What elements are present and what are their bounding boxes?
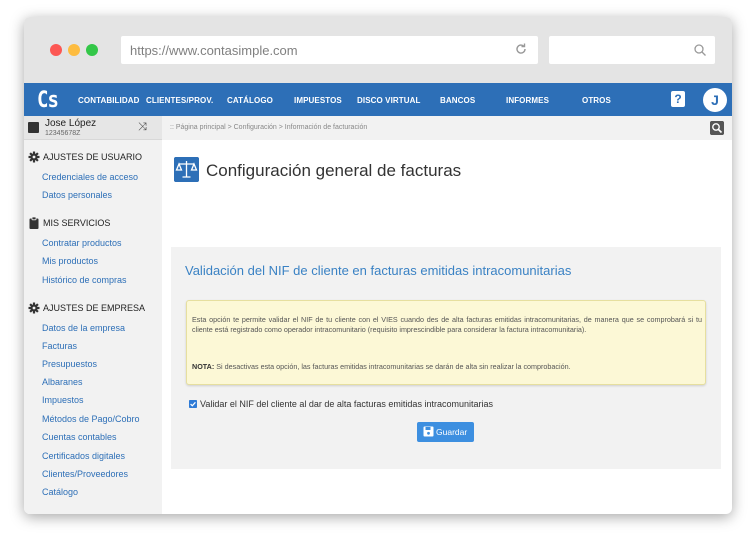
nav-informes[interactable]: INFORMES [506, 96, 549, 105]
user-box: Jose López 12345678Z ⤨ [24, 116, 162, 140]
gear-icon [28, 151, 40, 163]
url-text: https://www.contasimple.com [130, 43, 298, 58]
browser-window: https://www.contasimple.com Cs CONTABILI… [24, 17, 732, 514]
switch-company-icon[interactable]: ⤨ [138, 121, 147, 134]
sidebar-item-datos-empresa[interactable]: Datos de la empresa [42, 323, 125, 333]
sidebar-item-historico-compras[interactable]: Histórico de compras [42, 275, 127, 285]
validate-nif-checkbox[interactable] [189, 400, 197, 408]
notice-text: Esta opción te permite validar el NIF de… [192, 315, 702, 334]
sidebar-item-credenciales[interactable]: Credenciales de acceso [42, 172, 138, 182]
user-name: Jose López [45, 118, 97, 129]
search-icon[interactable] [710, 121, 724, 135]
floppy-disk-icon [423, 426, 434, 437]
reload-icon[interactable] [514, 42, 528, 56]
user-avatar[interactable]: J [703, 88, 727, 112]
sidebar-fade [24, 506, 162, 514]
search-icon [694, 44, 706, 56]
sidebar-item-contratar-productos[interactable]: Contratar productos [42, 238, 122, 248]
breadcrumb[interactable]: :: Página principal > Configuración > In… [170, 124, 367, 131]
nif-validation-panel: Validación del NIF de cliente en factura… [171, 247, 721, 469]
sidebar-item-facturas[interactable]: Facturas [42, 341, 77, 351]
gear-icon [28, 302, 40, 314]
address-bar[interactable]: https://www.contasimple.com [121, 36, 538, 64]
help-button[interactable]: ? [671, 91, 685, 107]
save-button-label: Guardar [436, 427, 468, 437]
note-text: Si desactivas esta opción, las facturas … [214, 362, 571, 371]
sidebar-item-mis-productos[interactable]: Mis productos [42, 256, 98, 266]
minimize-window-button[interactable] [68, 44, 80, 56]
nav-disco-virtual[interactable]: DISCO VIRTUAL [357, 96, 421, 105]
sidebar-item-catalogo[interactable]: Catálogo [42, 487, 78, 497]
nav-impuestos[interactable]: IMPUESTOS [294, 96, 342, 105]
sidebar-section-title: MIS SERVICIOS [43, 218, 111, 228]
panel-title: Validación del NIF de cliente en factura… [185, 263, 572, 278]
browser-chrome: https://www.contasimple.com [24, 17, 732, 83]
sidebar-section-title: AJUSTES DE EMPRESA [43, 303, 146, 313]
sidebar-item-albaranes[interactable]: Albaranes [42, 377, 83, 387]
page-title: Configuración general de facturas [206, 161, 462, 180]
breadcrumb-bar: :: Página principal > Configuración > In… [162, 116, 732, 140]
sidebar: Jose López 12345678Z ⤨ AJUSTES DE USUARI… [24, 116, 162, 514]
sidebar-item-impuestos[interactable]: Impuestos [42, 395, 84, 405]
user-nif: 12345678Z [45, 130, 81, 137]
note-label: NOTA: [192, 362, 215, 371]
info-notice: Esta opción te permite validar el NIF de… [186, 300, 706, 385]
nav-otros[interactable]: OTROS [582, 96, 611, 105]
sidebar-section-title: AJUSTES DE USUARIO [43, 152, 143, 162]
maximize-window-button[interactable] [86, 44, 98, 56]
app-navbar: Cs CONTABILIDAD CLIENTES/PROV. CATÁLOGO … [24, 83, 732, 116]
clipboard-icon [29, 217, 39, 229]
nav-clientes-prov[interactable]: CLIENTES/PROV. [146, 96, 213, 105]
sidebar-item-cuentas-contables[interactable]: Cuentas contables [42, 432, 117, 442]
browser-search-field[interactable] [549, 36, 715, 64]
nav-contabilidad[interactable]: CONTABILIDAD [78, 96, 140, 105]
sidebar-item-certificados[interactable]: Certificados digitales [42, 451, 125, 461]
validate-nif-label[interactable]: Validar el NIF del cliente al dar de alt… [200, 399, 493, 409]
scales-icon [174, 157, 199, 182]
nav-bancos[interactable]: BANCOS [440, 96, 475, 105]
id-card-icon [28, 122, 39, 133]
sidebar-item-clientes-proveedores[interactable]: Clientes/Proveedores [42, 469, 128, 479]
sidebar-item-metodos-pago[interactable]: Métodos de Pago/Cobro [42, 414, 140, 424]
close-window-button[interactable] [50, 44, 62, 56]
nav-catalogo[interactable]: CATÁLOGO [227, 96, 273, 105]
app-logo[interactable]: Cs [37, 87, 59, 112]
notice-note: NOTA: Si desactivas esta opción, las fac… [192, 362, 702, 371]
save-button[interactable]: Guardar [417, 422, 474, 442]
sidebar-item-presupuestos[interactable]: Presupuestos [42, 359, 97, 369]
sidebar-item-datos-personales[interactable]: Datos personales [42, 190, 112, 200]
